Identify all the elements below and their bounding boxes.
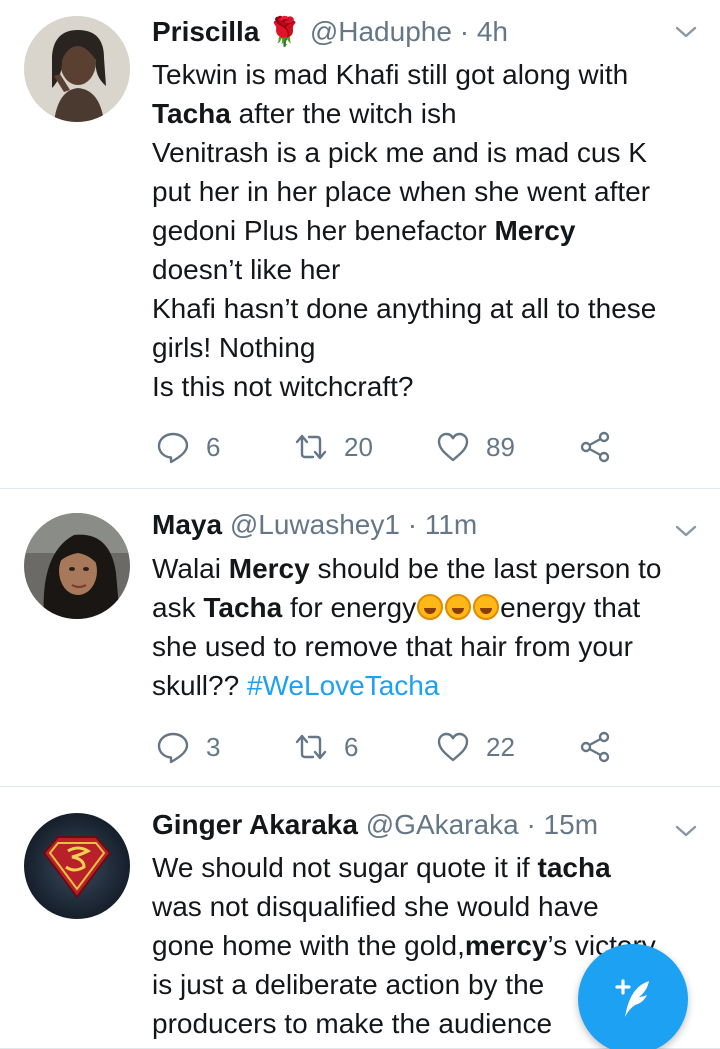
like-count: 89 xyxy=(486,431,515,462)
retweet-icon xyxy=(295,434,327,460)
reply-button[interactable]: 3 xyxy=(156,727,220,767)
name-emoji: 🌹 xyxy=(267,16,303,47)
bold-keyword: Mercy xyxy=(494,215,576,246)
chevron-down-icon[interactable] xyxy=(674,523,698,539)
tweet-text-line: gedoni Plus her benefactor Mercy xyxy=(152,211,702,250)
tweet-2[interactable]: Maya @Luwashey1 · 11m Walai Mercy should… xyxy=(0,489,720,787)
chevron-down-icon[interactable] xyxy=(674,24,698,40)
tweet-text-line: We should not sugar quote it if tacha xyxy=(152,848,702,887)
separator: · xyxy=(407,509,418,540)
tweet-text: Tekwin is mad Khafi still got along with… xyxy=(152,55,702,406)
text-segment: for energy xyxy=(282,592,417,623)
compose-tweet-button[interactable] xyxy=(578,944,688,1049)
tweet-actions: 6 20 89 xyxy=(152,427,622,467)
retweet-count: 6 xyxy=(344,731,359,762)
user-handle[interactable]: @GAkaraka xyxy=(366,809,519,840)
bold-keyword: Tacha xyxy=(203,592,283,623)
tweet-text-line: doesn’t like her xyxy=(152,250,702,289)
text-segment: gone home with the gold, xyxy=(152,930,465,961)
tweet-text-line: put her in her place when she went after xyxy=(152,172,702,211)
separator: · xyxy=(459,16,470,47)
text-segment: ask xyxy=(152,592,204,623)
tweet-actions: 3 6 22 xyxy=(152,727,622,767)
tweet-1[interactable]: Priscilla 🌹 @Haduphe · 4h Tekwin is mad … xyxy=(0,0,720,489)
text-segment: should be the last person to xyxy=(309,553,662,584)
timestamp[interactable]: 15m xyxy=(544,809,598,840)
text-segment: girls! Nothing xyxy=(152,332,316,363)
text-segment: Walai xyxy=(152,553,229,584)
tweet-header: Priscilla 🌹 @Haduphe · 4h xyxy=(152,14,660,50)
tweet-text-line: Walai Mercy should be the last person to xyxy=(152,549,702,588)
reply-button[interactable]: 6 xyxy=(156,427,220,467)
bold-keyword: mercy xyxy=(464,930,548,961)
tweet-text-line: girls! Nothing xyxy=(152,328,702,367)
bold-keyword: tacha xyxy=(537,852,611,883)
retweet-button[interactable]: 20 xyxy=(294,427,373,467)
text-segment: skull?? xyxy=(152,670,247,701)
tweet-text-line: ask Tacha for energy energy that xyxy=(152,588,702,627)
hashtag-link[interactable]: #WeLoveTacha xyxy=(247,670,440,701)
tweet-text-line: she used to remove that hair from your xyxy=(152,627,702,666)
reply-icon xyxy=(157,732,189,764)
heart-icon xyxy=(437,732,469,762)
text-segment: We should not sugar quote it if xyxy=(152,852,538,883)
text-segment: producers to make the audience xyxy=(152,1008,553,1039)
text-segment: after the witch ish xyxy=(230,98,457,129)
text-segment: was not disqualified she would have xyxy=(152,891,599,922)
tweet-text-line: Venitrash is a pick me and is mad cus K xyxy=(152,133,702,172)
display-name[interactable]: Ginger Akaraka xyxy=(152,809,358,840)
share-button[interactable] xyxy=(578,727,628,767)
retweet-button[interactable]: 6 xyxy=(294,727,358,767)
share-button[interactable] xyxy=(578,427,628,467)
text-segment: is just a deliberate action by the xyxy=(152,969,545,1000)
reply-count: 3 xyxy=(206,731,221,762)
text-segment: Khafi hasn’t done anything at all to the… xyxy=(152,293,657,324)
text-segment: put her in her place when she went after xyxy=(152,176,651,207)
text-segment: Tekwin is mad Khafi still got along with xyxy=(152,59,629,90)
like-count: 22 xyxy=(486,731,515,762)
text-segment: energy that xyxy=(500,592,641,623)
tweet-text-line: was not disqualified she would have xyxy=(152,887,702,926)
timestamp[interactable]: 4h xyxy=(477,16,508,47)
bold-keyword: Tacha xyxy=(152,98,231,129)
tweet-header: Maya @Luwashey1 · 11m xyxy=(152,507,660,543)
reply-icon xyxy=(157,432,189,464)
tweet-text-line: skull?? #WeLoveTacha xyxy=(152,666,702,705)
text-segment: Is this not witchcraft? xyxy=(152,371,414,402)
avatar-ginger-akaraka[interactable] xyxy=(24,813,130,919)
avatar-priscilla[interactable] xyxy=(24,16,130,122)
text-segment: doesn’t like her xyxy=(152,254,341,285)
text-segment: gedoni Plus her benefactor xyxy=(152,215,495,246)
rofl-emoji xyxy=(417,594,444,620)
display-name[interactable]: Maya xyxy=(152,509,222,540)
tweet-text-line: Is this not witchcraft? xyxy=(152,367,702,406)
retweet-icon xyxy=(295,734,327,760)
compose-tweet-icon xyxy=(615,979,649,1017)
heart-icon xyxy=(437,432,469,462)
rofl-emoji xyxy=(445,594,472,620)
tweet-text: Walai Mercy should be the last person to… xyxy=(152,549,702,705)
separator: · xyxy=(526,809,536,840)
display-name[interactable]: Priscilla xyxy=(152,16,259,47)
avatar-maya[interactable] xyxy=(24,513,130,619)
rofl-emoji xyxy=(473,594,500,620)
tweet-header: Ginger Akaraka @GAkaraka · 15m xyxy=(152,807,660,843)
retweet-count: 20 xyxy=(344,431,373,462)
share-icon xyxy=(580,731,610,763)
user-handle[interactable]: @Haduphe xyxy=(310,16,452,47)
chevron-down-icon[interactable] xyxy=(674,823,698,839)
text-segment: she used to remove that hair from your xyxy=(152,631,633,662)
user-handle[interactable]: @Luwashey1 xyxy=(230,509,400,540)
like-button[interactable]: 22 xyxy=(436,727,515,767)
tweet-text-line: Khafi hasn’t done anything at all to the… xyxy=(152,289,702,328)
tweet-text-line: Tekwin is mad Khafi still got along with xyxy=(152,55,702,94)
bold-keyword: Mercy xyxy=(228,553,310,584)
text-segment: Venitrash is a pick me and is mad cus K xyxy=(152,137,647,168)
reply-count: 6 xyxy=(206,431,221,462)
timestamp[interactable]: 11m xyxy=(425,509,477,540)
like-button[interactable]: 89 xyxy=(436,427,515,467)
tweet-text-line: Tacha after the witch ish xyxy=(152,94,702,133)
share-icon xyxy=(580,431,610,463)
